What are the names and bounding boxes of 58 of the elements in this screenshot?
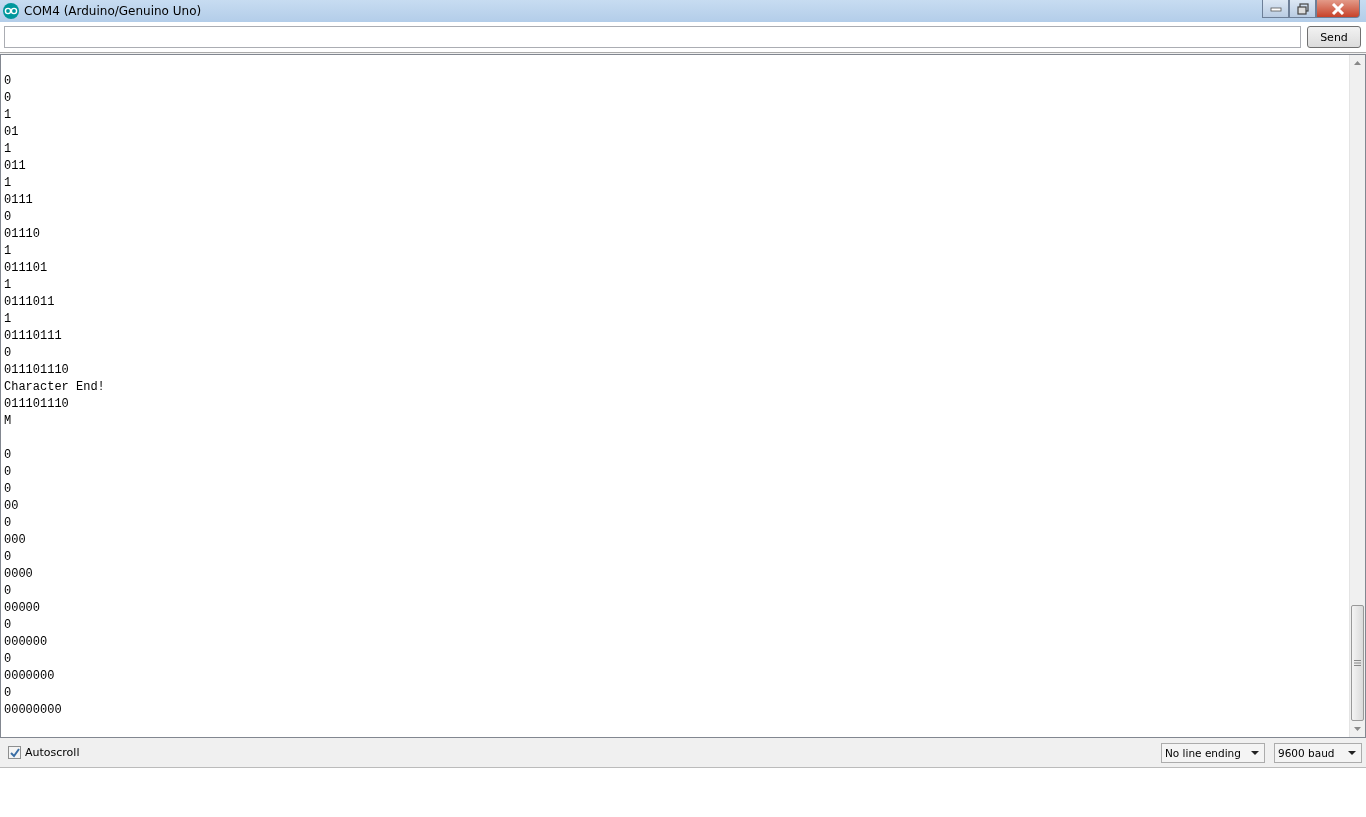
minimize-button[interactable] bbox=[1262, 0, 1289, 18]
output-line: 0 bbox=[4, 464, 12, 481]
send-button[interactable]: Send bbox=[1307, 26, 1361, 48]
output-line: 0 bbox=[4, 209, 12, 226]
grip-icon bbox=[1354, 660, 1361, 666]
output-line: 0 bbox=[4, 651, 12, 668]
baud-rate-dropdown[interactable]: 9600 baud bbox=[1274, 742, 1362, 763]
output-line: 0 bbox=[4, 549, 12, 566]
output-line: 0 bbox=[4, 583, 12, 600]
output-line: 011101110 bbox=[4, 396, 69, 413]
minimize-icon bbox=[1269, 5, 1282, 12]
output-line: 0 bbox=[4, 515, 12, 532]
output-line: 01110111 bbox=[4, 328, 62, 345]
autoscroll-checkbox[interactable] bbox=[8, 746, 21, 759]
output-line: 1 bbox=[4, 243, 12, 260]
output-line: M bbox=[4, 413, 12, 430]
output-line: 0111 bbox=[4, 192, 33, 209]
output-line: 0 bbox=[4, 447, 12, 464]
close-button[interactable] bbox=[1316, 0, 1360, 18]
restore-icon bbox=[1296, 2, 1309, 15]
infinity-logo-icon bbox=[3, 3, 19, 19]
output-line: 00000 bbox=[4, 600, 40, 617]
scrollbar-thumb[interactable] bbox=[1351, 605, 1364, 721]
output-line: 1 bbox=[4, 311, 12, 328]
output-line: 0 bbox=[4, 685, 12, 702]
output-line: 0000000 bbox=[4, 668, 55, 685]
output-line: 0 bbox=[4, 481, 12, 498]
caret-icon bbox=[1348, 750, 1356, 755]
line-ending-dropdown[interactable]: No line ending bbox=[1161, 742, 1265, 763]
output-line: 011 bbox=[4, 158, 26, 175]
output-line: 01110 bbox=[4, 226, 40, 243]
output-line: 1 bbox=[4, 175, 12, 192]
output-line: 00 bbox=[4, 498, 19, 515]
caret-icon bbox=[1251, 750, 1259, 755]
output-line: 00000000 bbox=[4, 702, 62, 719]
message-input-field[interactable] bbox=[4, 26, 1301, 48]
window-title: COM4 (Arduino/Genuino Uno) bbox=[24, 4, 202, 18]
close-icon bbox=[1331, 2, 1345, 15]
output-line: 0 bbox=[4, 345, 12, 362]
output-line: 0 bbox=[4, 90, 12, 107]
output-line: 0111011 bbox=[4, 294, 55, 311]
output-line: 1 bbox=[4, 277, 12, 294]
scroll-up-icon[interactable] bbox=[1354, 61, 1361, 65]
output-line: Character End! bbox=[4, 379, 105, 396]
scrollbar[interactable] bbox=[1349, 55, 1365, 737]
output-line: 1 bbox=[4, 141, 12, 158]
output-line: 000 bbox=[4, 532, 26, 549]
restore-button[interactable] bbox=[1289, 0, 1316, 18]
output-line: 0 bbox=[4, 617, 12, 634]
output-line: 01 bbox=[4, 124, 19, 141]
output-line: 1 bbox=[4, 107, 12, 124]
output-line: 000000 bbox=[4, 634, 48, 651]
output-line: 011101110 bbox=[4, 362, 69, 379]
scroll-down-icon[interactable] bbox=[1354, 727, 1361, 731]
autoscroll-label: Autoscroll bbox=[25, 746, 80, 759]
output-line: 011101 bbox=[4, 260, 48, 277]
output-line: 0 bbox=[4, 73, 12, 90]
output-line: 0000 bbox=[4, 566, 33, 583]
